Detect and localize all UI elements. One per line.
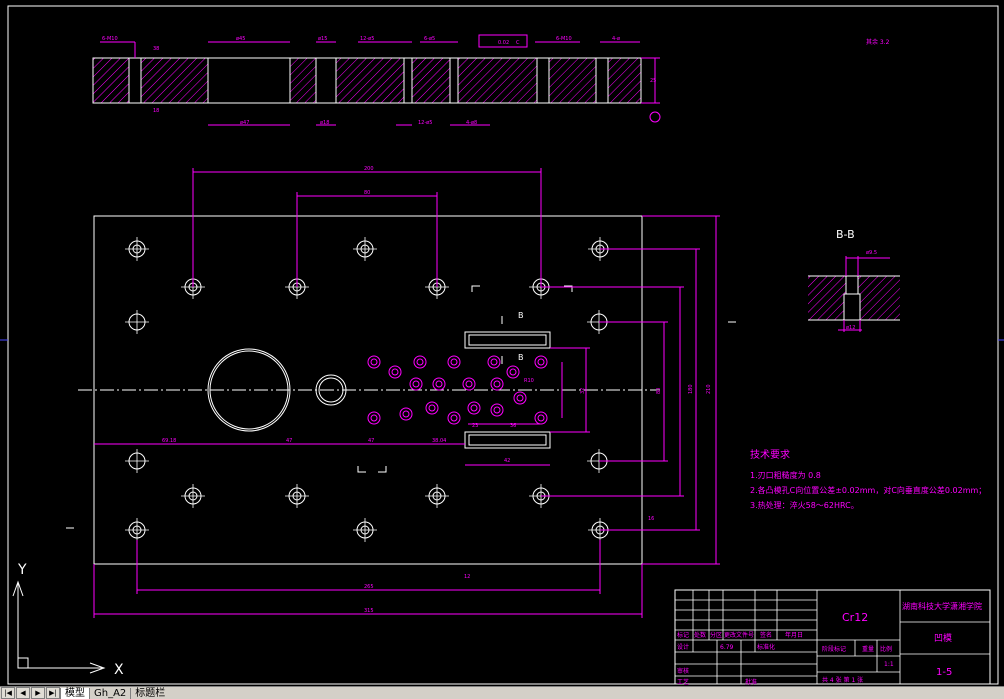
- last-tab-button[interactable]: ▶|: [46, 687, 60, 699]
- roughness-note: 其余 3.2: [866, 38, 890, 46]
- dim-16: 16: [648, 516, 654, 522]
- dim-32: 32: [580, 388, 586, 394]
- section-view-top: 6-M10 38 ø45 ø15 12-ø5 6-ø5 0.02 C 6-M10…: [92, 34, 890, 126]
- dim-180: 180: [688, 384, 694, 394]
- ucs-x-label: X: [114, 662, 124, 678]
- tech-req-line3: 3.热处理：淬火58～62HRC。: [750, 500, 859, 510]
- dim-4d8: 4-ø8: [466, 120, 477, 126]
- section-label-b1: B: [518, 311, 524, 320]
- tb-stage: 阶段标记: [822, 645, 846, 653]
- tb-craft: 工艺: [677, 678, 689, 686]
- tb-doc: 更改文件号: [724, 631, 754, 639]
- dim-6m10: 6-M10: [102, 36, 118, 42]
- dim-47a: 47: [286, 438, 292, 444]
- section-dim-2: ø12: [846, 325, 855, 331]
- section-dim-1: ø9.5: [866, 250, 877, 256]
- tb-mark: 标记: [677, 631, 689, 639]
- dim-r10: R10: [524, 378, 534, 384]
- dim-80v: 80: [656, 388, 662, 394]
- tb-weight: 重量: [862, 645, 874, 653]
- title-block: 标记 处数 分区 更改文件号 签名 年月日 设计 6.79 标准化 审核 工艺 …: [674, 589, 991, 686]
- dim-12d5: 12-ø5: [360, 36, 374, 42]
- tb-count: 处数: [694, 631, 706, 639]
- dim-6m10b: 6-M10: [556, 36, 572, 42]
- tb-date-val: 6.79: [720, 644, 734, 651]
- tb-review: 审核: [677, 667, 689, 675]
- dim-210: 210: [706, 384, 712, 394]
- dim-18: 18: [153, 108, 159, 114]
- dim-tol: 0.02: [498, 40, 509, 46]
- tech-req-line2: 2.各凸模孔C向位置公差±0.02mm，对C向垂直度公差0.02mm；: [750, 485, 986, 495]
- tech-req-title: 技术要求: [750, 448, 790, 461]
- dim-47b: 47: [368, 438, 374, 444]
- tb-scale-val: 1:1: [884, 661, 894, 668]
- dim-69: 69.18: [162, 438, 176, 444]
- section-bb-title: B-B: [836, 228, 855, 241]
- tb-approve: 批准: [745, 678, 757, 686]
- dim-38: 38.04: [432, 438, 446, 444]
- dim-d15: ø15: [318, 36, 327, 42]
- tech-req-line1: 1.刃口粗糙度为 0.8: [750, 470, 821, 480]
- dim-d45: ø45: [236, 36, 245, 42]
- tb-drawing-no: 1-5: [936, 667, 952, 678]
- tb-part-name: 凹模: [934, 633, 952, 644]
- dim-25: 25: [650, 78, 656, 84]
- prev-tab-button[interactable]: ◀: [16, 687, 30, 699]
- dim-38: 38: [153, 46, 159, 52]
- dim-315: 315: [364, 608, 374, 614]
- dim-datum: C: [516, 40, 520, 46]
- ucs-y-label: Y: [17, 562, 27, 578]
- tb-sign: 签名: [760, 631, 772, 639]
- tb-date: 年月日: [785, 631, 803, 639]
- tb-design: 设计: [677, 643, 689, 651]
- dim-265: 265: [364, 584, 374, 590]
- dim-4d: 4-ø: [612, 36, 620, 42]
- tb-std: 标准化: [757, 643, 775, 651]
- tb-material: Cr12: [842, 611, 868, 624]
- dim-36: 36: [510, 423, 516, 429]
- tech-requirements: 技术要求 1.刃口粗糙度为 0.8 2.各凸模孔C向位置公差±0.02mm，对C…: [750, 448, 986, 510]
- dim-12: 12: [464, 574, 470, 580]
- dim-42: 42: [504, 458, 510, 464]
- drawing-canvas[interactable]: 6-M10 38 ø45 ø15 12-ø5 6-ø5 0.02 C 6-M10…: [0, 0, 1004, 686]
- plan-view: 200 80 210 180 80 32 69.18 47 47 38.04 2…: [66, 166, 736, 618]
- drawing-svg: 6-M10 38 ø45 ø15 12-ø5 6-ø5 0.02 C 6-M10…: [0, 5, 1004, 686]
- dim-23: 23: [472, 423, 478, 429]
- first-tab-button[interactable]: |◀: [1, 687, 15, 699]
- dim-200: 200: [364, 166, 374, 172]
- tb-zone: 分区: [710, 631, 722, 639]
- ucs-icon: [12, 580, 106, 674]
- dim-d18: ø18: [320, 120, 329, 126]
- tb-scale: 比例: [880, 645, 892, 653]
- tab-layout-title[interactable]: 标题栏: [130, 687, 169, 699]
- dim-80: 80: [364, 190, 370, 196]
- tb-school: 湖南科技大学潇湘学院: [902, 601, 982, 611]
- tb-sheets: 共 4 张 第 1 张: [822, 676, 863, 684]
- next-tab-button[interactable]: ▶: [31, 687, 45, 699]
- section-bb: B-B ø9.5 ø12: [808, 228, 900, 332]
- section-label-b2: B: [518, 353, 524, 362]
- dim-6d5: 6-ø5: [424, 36, 435, 42]
- layout-tab-bar: |◀ ◀ ▶ ▶| 模型 Gh_A2 标题栏: [0, 686, 1004, 699]
- tab-layout-a2[interactable]: Gh_A2: [89, 687, 130, 699]
- tab-model[interactable]: 模型: [60, 687, 89, 699]
- dim-12d5b: 12-ø5: [418, 120, 432, 126]
- dim-d47: ø47: [240, 120, 249, 126]
